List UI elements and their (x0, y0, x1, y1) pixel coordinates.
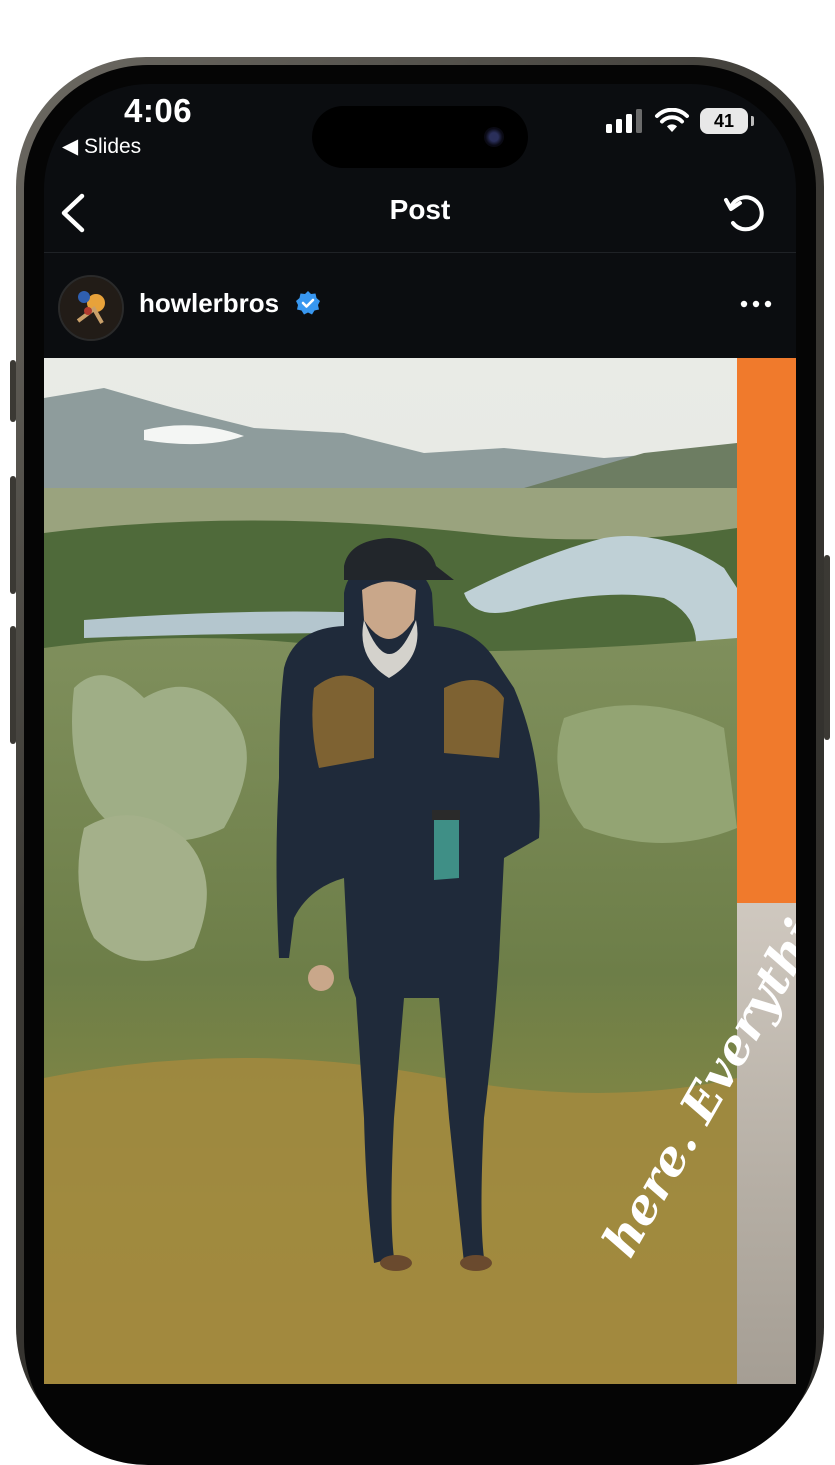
more-options-icon[interactable] (736, 284, 776, 324)
dynamic-island (312, 106, 528, 168)
verified-badge-icon (296, 291, 320, 315)
post-header: howlerbros (44, 254, 796, 358)
status-icons: 41 (606, 108, 754, 134)
battery-level: 41 (713, 110, 735, 131)
nav-bar: Post (44, 176, 796, 253)
avatar[interactable] (58, 275, 124, 341)
orange-panel (737, 358, 796, 903)
avatar-illustration-icon (60, 277, 122, 339)
post-username[interactable]: howlerbros (139, 288, 279, 319)
page-title: Post (389, 194, 451, 225)
volume-up-button (10, 476, 16, 594)
phone-screen: 4:06 ◀ Slides 41 Post howlerbros here. (44, 84, 796, 1384)
volume-down-button (10, 626, 16, 744)
back-to-app-link[interactable]: ◀ Slides (62, 134, 141, 159)
power-button (824, 555, 830, 740)
action-button (10, 360, 16, 422)
camera-icon (484, 127, 504, 147)
cellular-signal-icon (606, 109, 642, 133)
refresh-icon[interactable] (720, 188, 770, 238)
post-image[interactable]: here. Everything is (44, 358, 796, 1384)
battery-icon: 41 (700, 108, 754, 134)
wifi-icon (655, 108, 689, 132)
status-time: 4:06 (124, 92, 193, 129)
